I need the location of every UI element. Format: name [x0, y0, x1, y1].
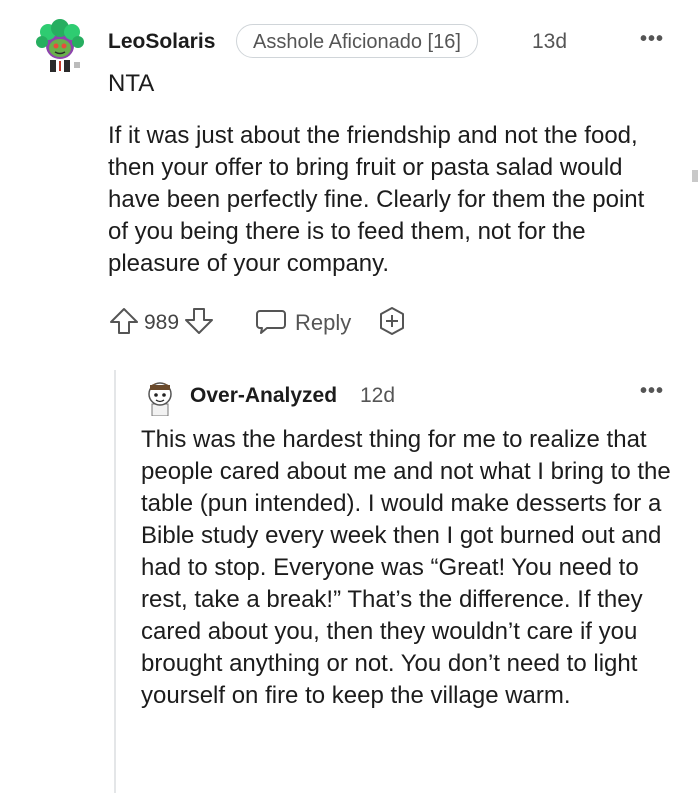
snoo-avatar-icon	[148, 382, 172, 417]
reply-more-options-button[interactable]: •••	[640, 380, 664, 403]
scrollbar-thumb[interactable]	[692, 170, 698, 182]
user-flair: Asshole Aficionado [16]	[236, 24, 478, 58]
more-options-button[interactable]: •••	[640, 28, 664, 51]
reply-author-avatar[interactable]	[142, 376, 178, 417]
reply-label: Reply	[295, 310, 352, 335]
thread-line[interactable]	[114, 370, 116, 793]
comment-bubble-icon	[255, 306, 287, 341]
reply-button[interactable]: Reply	[255, 306, 351, 341]
comment-author[interactable]: LeoSolaris	[108, 30, 215, 54]
reply-timestamp[interactable]: 12d	[360, 384, 395, 408]
snoo-avatar-icon	[36, 19, 84, 72]
award-icon[interactable]	[377, 306, 407, 341]
comment-body: If it was just about the friendship and …	[108, 122, 645, 277]
downvote-icon[interactable]	[183, 306, 215, 341]
comment-timestamp[interactable]: 13d	[532, 30, 567, 54]
vote-count: 989	[144, 311, 180, 334]
author-avatar[interactable]	[34, 18, 86, 72]
comment-verdict: NTA	[108, 70, 155, 97]
upvote-icon[interactable]	[108, 306, 140, 341]
reply-body: This was the hardest thing for me to rea…	[141, 426, 671, 709]
reply-author[interactable]: Over-Analyzed	[190, 384, 337, 408]
comment-actions: 989 Reply	[108, 306, 407, 340]
